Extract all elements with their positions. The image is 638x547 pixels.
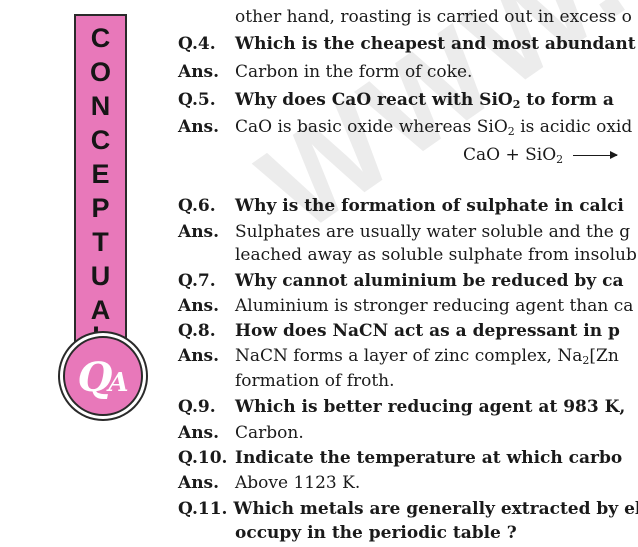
banner-letter: P bbox=[91, 193, 110, 223]
banner-letter: U bbox=[90, 261, 111, 291]
qa-logo: QA bbox=[73, 356, 133, 400]
banner-letter: T bbox=[92, 227, 109, 257]
question-text: Why is the formation of sulphate in calc… bbox=[235, 196, 624, 216]
answer-text: Carbon. bbox=[235, 423, 304, 443]
answer-text: Carbon in the form of coke. bbox=[235, 62, 473, 82]
question-number: Q.8. bbox=[178, 321, 216, 341]
question-text: Q.11. Which metals are generally extract… bbox=[178, 499, 638, 519]
answer-label: Ans. bbox=[178, 296, 220, 316]
answer-label: Ans. bbox=[178, 117, 220, 137]
question-number: Q.4. bbox=[178, 34, 216, 54]
question-text: Why does CaO react with SiO2 to form a bbox=[235, 90, 614, 111]
answer-label: Ans. bbox=[178, 62, 220, 82]
question-text: occupy in the periodic table ? bbox=[235, 523, 517, 543]
answer-text: formation of froth. bbox=[235, 371, 395, 391]
question-text: Why cannot aluminium be reduced by ca bbox=[235, 271, 624, 291]
answer-text: Sulphates are usually water soluble and … bbox=[235, 222, 631, 242]
question-number: Q.6. bbox=[178, 196, 216, 216]
banner-letter: E bbox=[91, 159, 110, 189]
answer-text: NaCN forms a layer of zinc complex, Na2[… bbox=[235, 346, 619, 367]
answer-text: CaO is basic oxide whereas SiO2 is acidi… bbox=[235, 117, 633, 138]
question-number: Q.5. bbox=[178, 90, 216, 110]
equation: CaO + SiO2 bbox=[463, 145, 619, 165]
intro-text: other hand, roasting is carried out in e… bbox=[235, 7, 632, 27]
question-text: Indicate the temperature at which carbo bbox=[235, 448, 623, 468]
banner-letter: O bbox=[89, 57, 111, 87]
logo-a: A bbox=[108, 368, 129, 398]
conceptual-banner: C O N C E P T U A L bbox=[74, 14, 127, 358]
answer-label: Ans. bbox=[178, 473, 220, 493]
question-number: Q.10. bbox=[178, 448, 228, 468]
question-text: Which is better reducing agent at 983 K, bbox=[235, 397, 626, 417]
question-number: Q.7. bbox=[178, 271, 216, 291]
question-text: Which is the cheapest and most abundant bbox=[235, 34, 636, 54]
answer-text: leached away as soluble sulphate from in… bbox=[235, 245, 637, 265]
banner-letter: A bbox=[90, 295, 111, 325]
answer-text: Above 1123 K. bbox=[235, 473, 361, 493]
answer-label: Ans. bbox=[178, 346, 220, 366]
question-number: Q.11. bbox=[178, 499, 228, 519]
question-number: Q.9. bbox=[178, 397, 216, 417]
answer-text: Aluminium is stronger reducing agent tha… bbox=[235, 296, 634, 316]
answer-label: Ans. bbox=[178, 423, 220, 443]
banner-letter: C bbox=[90, 23, 111, 53]
reaction-arrow-icon bbox=[573, 151, 619, 159]
answer-label: Ans. bbox=[178, 222, 220, 242]
question-text: How does NaCN act as a depressant in p bbox=[235, 321, 620, 341]
banner-letter: C bbox=[90, 125, 111, 155]
banner-letter: N bbox=[90, 91, 111, 121]
